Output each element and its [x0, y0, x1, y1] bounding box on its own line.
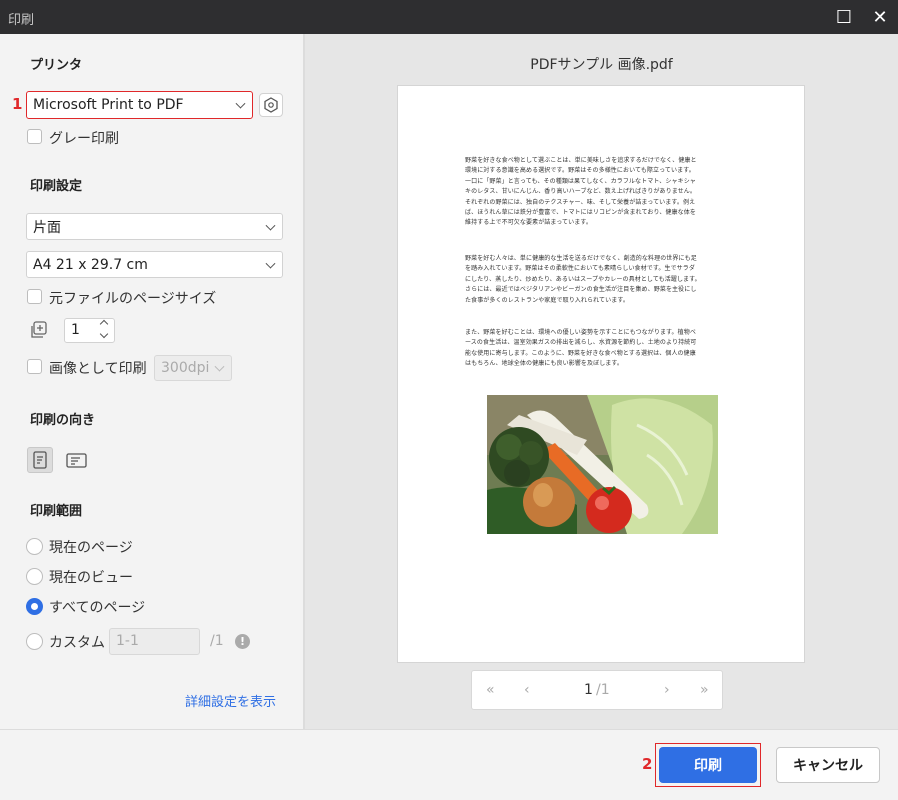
print-as-image-checkbox[interactable]	[27, 359, 42, 374]
preview-line: 野菜を好む人々は、単に健康的な生活を送るだけでなく、創造的な料理の世界にも足	[465, 255, 697, 262]
step-marker-2: 2	[642, 755, 653, 773]
printer-section-title: プリンタ	[30, 58, 83, 73]
window-title: 印刷	[8, 13, 35, 28]
info-icon: !	[235, 634, 250, 649]
range-label-custom: カスタム	[49, 635, 105, 651]
preview-paragraph-2: 野菜を好む人々は、単に健康的な生活を送るだけでなく、創造的な料理の世界にも足 を…	[465, 254, 741, 306]
range-title: 印刷範囲	[30, 504, 83, 519]
last-page-icon[interactable]: »	[700, 682, 709, 698]
preview-line: キのレタス、甘いにんじん、香り高いハーブなど、数え上げればきりがありません。	[465, 188, 696, 196]
printer-select-value: Microsoft Print to PDF	[33, 97, 184, 113]
total-pages: /1	[596, 682, 610, 698]
preview-line: を踏み入れています。野菜はその柔軟性においても素晴らしい食材です。生でサラダ	[465, 265, 695, 273]
preview-line: はもちろん、地球全体の健康にも良い影響を及ぼします。	[465, 360, 624, 368]
preview-line: た食事が多くのレストランや家庭で取り入れられています。	[465, 296, 629, 304]
cancel-button[interactable]: キャンセル	[776, 747, 880, 783]
range-label-current-view: 現在のビュー	[49, 570, 133, 586]
stepper-down-icon[interactable]	[99, 329, 109, 339]
copies-icon	[29, 320, 49, 344]
step-marker-1: 1	[12, 95, 23, 113]
range-radio-current-page[interactable]	[26, 538, 43, 555]
print-as-image-label: 画像として印刷	[49, 361, 147, 377]
preview-line: また、野菜を好むことは、環境への優しい姿勢を示すことにもつながります。植物ベ	[465, 329, 696, 336]
original-size-checkbox[interactable]	[27, 289, 42, 304]
maximize-icon[interactable]: ☐	[826, 0, 862, 34]
copies-stepper[interactable]: 1	[64, 318, 115, 343]
range-label-all-pages: すべてのページ	[49, 600, 146, 616]
chevron-down-icon	[265, 220, 276, 231]
landscape-button[interactable]	[64, 447, 90, 473]
custom-range-total: /1	[210, 633, 224, 649]
preview-line: 維持する上で不可欠な要素が詰まっています。	[465, 219, 592, 227]
first-page-icon[interactable]: «	[486, 682, 495, 698]
dpi-value: 300dpi	[161, 360, 210, 376]
preview-paragraph-3: また、野菜を好むことは、環境への優しい姿勢を示すことにもつながります。植物ベ ー…	[465, 328, 741, 370]
action-bar	[0, 729, 898, 800]
preview-pager: « ‹ 1 /1 › »	[471, 670, 723, 710]
printer-properties-button[interactable]	[259, 93, 283, 117]
portrait-page-icon	[33, 451, 47, 469]
landscape-page-icon	[66, 453, 87, 468]
range-radio-custom[interactable]	[26, 633, 43, 650]
preview-line: にしたり、蒸したり、炒めたり、あるいはスープやカレーの具材としても活躍します。	[465, 275, 701, 283]
title-bar: 印刷 ☐ ✕	[0, 0, 898, 34]
settings-panel	[0, 34, 304, 729]
prev-page-icon[interactable]: ‹	[524, 682, 530, 698]
original-size-label: 元ファイルのページサイズ	[49, 291, 217, 307]
gray-print-checkbox[interactable]	[27, 129, 42, 144]
preview-line: さらには、最近ではベジタリアンやビーガンの食生活が注目を集め、野菜を主役にし	[465, 286, 697, 294]
sides-select-value: 片面	[33, 219, 61, 236]
preview-line: ースの食生活は、温室効果ガスの排出を減らし、水資源を節約し、土地のより持続可	[465, 339, 697, 347]
hexagon-settings-icon	[264, 97, 278, 113]
printer-select[interactable]: Microsoft Print to PDF	[26, 91, 253, 119]
close-icon[interactable]: ✕	[862, 0, 898, 34]
portrait-button[interactable]	[27, 447, 53, 473]
stepper-up-icon[interactable]	[99, 319, 109, 329]
advanced-settings-link[interactable]: 詳細設定を表示	[185, 691, 276, 710]
sides-select[interactable]: 片面	[26, 213, 283, 240]
next-page-icon[interactable]: ›	[664, 682, 670, 698]
chevron-down-icon	[235, 98, 246, 109]
preview-line: 野菜を好きな食べ物として選ぶことは、単に美味しさを追求するだけでなく、健康と	[465, 157, 697, 164]
custom-range-input[interactable]: 1-1	[109, 628, 200, 655]
vegetable-photo	[487, 395, 718, 534]
preview-filename: PDFサンプル 画像.pdf	[530, 57, 673, 73]
print-settings-title: 印刷設定	[30, 179, 83, 194]
dpi-select[interactable]: 300dpi	[154, 355, 232, 381]
chevron-down-icon	[214, 361, 225, 372]
paper-size-value: A4 21 x 29.7 cm	[33, 256, 148, 273]
range-radio-current-view[interactable]	[26, 568, 43, 585]
current-page-number[interactable]: 1	[584, 682, 593, 698]
copies-value: 1	[71, 322, 80, 338]
preview-paragraph-1: 野菜を好きな食べ物として選ぶことは、単に美味しさを追求するだけでなく、健康と 環…	[465, 156, 741, 229]
range-radio-all-pages[interactable]	[26, 598, 43, 615]
gray-print-label: グレー印刷	[49, 131, 119, 147]
preview-line: 環境に対する意識を高める選択です。野菜はその多様性においても際立っています。	[465, 167, 695, 175]
print-button[interactable]: 印刷	[659, 747, 757, 783]
preview-page: 野菜を好きな食べ物として選ぶことは、単に美味しさを追求するだけでなく、健康と 環…	[397, 85, 805, 663]
paper-size-select[interactable]: A4 21 x 29.7 cm	[26, 251, 283, 278]
preview-line: ば、ほうれん草には鉄分が豊富で、トマトにはリコピンが含まれており、健康な体を	[465, 209, 696, 217]
orientation-title: 印刷の向き	[30, 413, 96, 428]
chevron-down-icon	[265, 258, 276, 269]
preview-line: それぞれの野菜には、独自のテクスチャー、味、そして栄養が詰まっています。例え	[465, 198, 696, 206]
range-label-current-page: 現在のページ	[49, 540, 133, 556]
preview-line: 能な使用に寄与します。このように、野菜を好きな食べ物とする選択は、個人の健康	[465, 349, 696, 357]
preview-line: 一口に「野菜」と言っても、その種類は果てしなく、カラフルなトマト、シャキシャ	[465, 177, 696, 185]
